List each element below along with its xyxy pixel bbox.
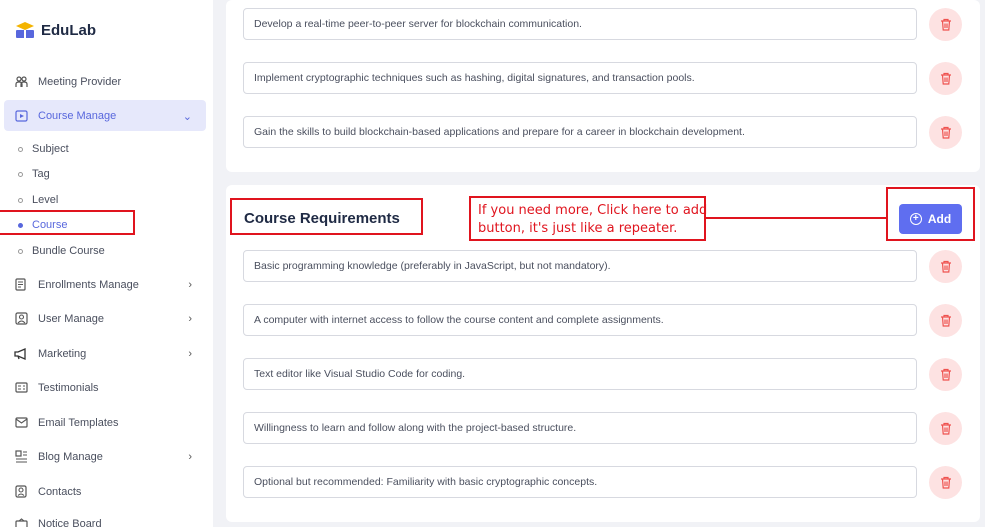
annotation-text: If you need more, Click here to add butt… [478, 203, 708, 236]
field-value: Optional but recommended: Familiarity wi… [254, 476, 598, 488]
email-icon [14, 416, 28, 430]
sidebar-subitem-subject[interactable]: Subject [18, 141, 69, 157]
field-value: Willingness to learn and follow along wi… [254, 422, 577, 434]
delete-button[interactable] [929, 358, 962, 391]
sidebar: EduLab Meeting Provider Course Manage ⌄ … [0, 0, 213, 527]
sidebar-item-user-manage[interactable]: User Manage › [4, 303, 206, 334]
sidebar-item-label: Blog Manage [38, 450, 103, 463]
sidebar-item-label: Enrollments Manage [38, 278, 139, 291]
add-button[interactable]: + Add [899, 204, 962, 234]
field-value: Develop a real-time peer-to-peer server … [254, 18, 582, 30]
subitem-label: Tag [32, 168, 50, 180]
subitem-label: Bundle Course [32, 245, 105, 257]
subitem-label: Level [32, 194, 59, 206]
delete-button[interactable] [929, 62, 962, 95]
megaphone-icon [14, 347, 28, 361]
sidebar-subitem-level[interactable]: Level [18, 192, 58, 208]
bullet-icon [18, 197, 23, 203]
sidebar-item-contacts[interactable]: Contacts [4, 476, 206, 507]
notice-icon [14, 517, 28, 527]
field-value: A computer with internet access to follo… [254, 314, 664, 326]
trash-icon [940, 18, 951, 31]
outcome-input[interactable]: Develop a real-time peer-to-peer server … [243, 8, 917, 40]
sidebar-item-label: Notice Board [38, 517, 102, 527]
requirement-input[interactable]: Willingness to learn and follow along wi… [243, 412, 917, 444]
requirement-input[interactable]: Basic programming knowledge (preferably … [243, 250, 917, 282]
sidebar-item-label: Course Manage [38, 109, 117, 122]
trash-icon [940, 260, 951, 273]
contacts-icon [14, 485, 28, 499]
trash-icon [940, 368, 951, 381]
user-icon [14, 312, 28, 326]
course-manage-icon [14, 109, 28, 123]
brand-name: EduLab [41, 21, 96, 39]
plus-circle-icon: + [909, 213, 922, 225]
field-value: Gain the skills to build blockchain-base… [254, 126, 745, 138]
add-button-label: Add [927, 212, 952, 226]
chevron-down-icon: ⌄ [182, 111, 192, 123]
sidebar-item-label: User Manage [38, 312, 105, 325]
chevron-right-icon: › [188, 451, 192, 463]
outcome-input[interactable]: Gain the skills to build blockchain-base… [243, 116, 917, 148]
meeting-icon [14, 75, 28, 89]
delete-button[interactable] [929, 304, 962, 337]
sidebar-item-notice-board[interactable]: Notice Board [4, 508, 206, 527]
bullet-icon [18, 146, 23, 152]
sidebar-item-blog-manage[interactable]: Blog Manage › [4, 441, 206, 472]
bullet-icon [18, 248, 23, 254]
sidebar-item-enrollments-manage[interactable]: Enrollments Manage › [4, 269, 206, 300]
field-value: Text editor like Visual Studio Code for … [254, 368, 466, 380]
enrollments-icon [14, 278, 28, 292]
chevron-right-icon: › [188, 348, 192, 360]
annotation-highlight-course [0, 210, 135, 235]
sidebar-item-course-manage[interactable]: Course Manage ⌄ [4, 100, 206, 131]
sidebar-item-meeting-provider[interactable]: Meeting Provider [4, 66, 206, 97]
delete-button[interactable] [929, 466, 962, 499]
testimonials-icon [14, 381, 28, 395]
field-value: Implement cryptographic techniques such … [254, 72, 695, 84]
field-value: Basic programming knowledge (preferably … [254, 260, 611, 272]
sidebar-item-label: Testimonials [38, 381, 99, 394]
trash-icon [940, 314, 951, 327]
annotation-connector [706, 217, 886, 219]
requirement-input[interactable]: Optional but recommended: Familiarity wi… [243, 466, 917, 498]
sidebar-subitem-tag[interactable]: Tag [18, 166, 50, 182]
graduation-cap-icon [16, 22, 34, 38]
trash-icon [940, 72, 951, 85]
delete-button[interactable] [929, 8, 962, 41]
sidebar-item-label: Contacts [38, 485, 82, 498]
requirement-input[interactable]: Text editor like Visual Studio Code for … [243, 358, 917, 390]
trash-icon [940, 476, 951, 489]
sidebar-item-marketing[interactable]: Marketing › [4, 338, 206, 369]
delete-button[interactable] [929, 250, 962, 283]
trash-icon [940, 422, 951, 435]
bullet-icon [18, 171, 23, 177]
blog-icon [14, 450, 28, 464]
delete-button[interactable] [929, 412, 962, 445]
sidebar-item-label: Marketing [38, 347, 87, 360]
chevron-right-icon: › [188, 279, 192, 291]
requirement-input[interactable]: A computer with internet access to follo… [243, 304, 917, 336]
chevron-right-icon: › [188, 313, 192, 325]
sidebar-subitem-bundle-course[interactable]: Bundle Course [18, 243, 105, 259]
subitem-label: Subject [32, 143, 69, 155]
section-title: Course Requirements [244, 210, 400, 227]
delete-button[interactable] [929, 116, 962, 149]
brand-logo[interactable]: EduLab [14, 20, 96, 40]
outcome-input[interactable]: Implement cryptographic techniques such … [243, 62, 917, 94]
sidebar-item-email-templates[interactable]: Email Templates [4, 407, 206, 438]
sidebar-item-testimonials[interactable]: Testimonials [4, 372, 206, 403]
trash-icon [940, 126, 951, 139]
sidebar-item-label: Email Templates [38, 416, 119, 429]
sidebar-item-label: Meeting Provider [38, 75, 122, 88]
